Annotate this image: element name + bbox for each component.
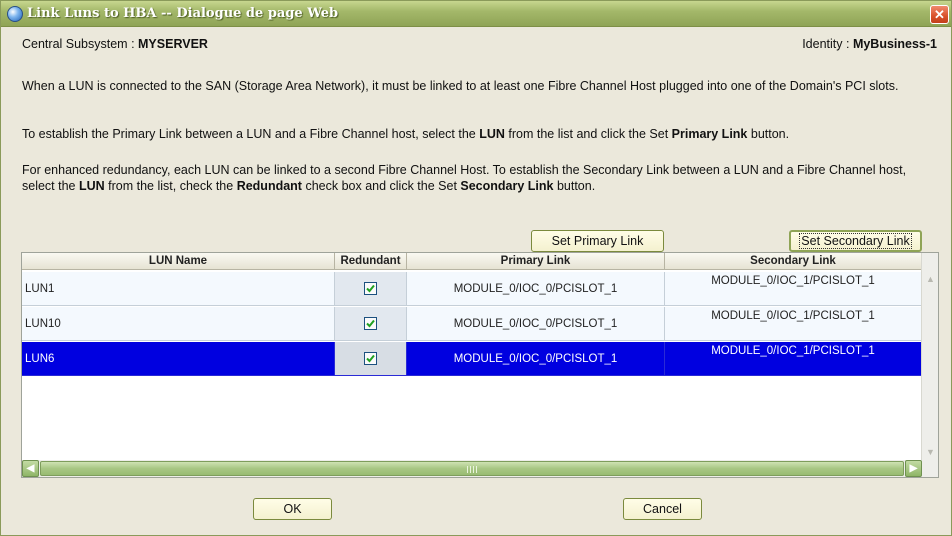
lun-name-cell[interactable]: LUN1 — [22, 272, 335, 306]
cancel-button[interactable]: Cancel — [623, 498, 702, 520]
p3-text: check box and click the Set — [301, 179, 461, 193]
subsystem-label: Central Subsystem : — [22, 37, 139, 51]
secondary-link-cell[interactable]: MODULE_0/IOC_1/PCISLOT_1 — [665, 307, 922, 341]
lun-table: LUN Name Redundant Primary Link Secondar… — [21, 252, 939, 478]
close-icon: ✕ — [934, 6, 945, 22]
secondary-link-cell[interactable]: MODULE_0/IOC_1/PCISLOT_1 — [665, 342, 922, 376]
redundant-cell — [335, 272, 407, 306]
secondary-link-cell[interactable]: MODULE_0/IOC_1/PCISLOT_1 — [665, 272, 922, 306]
dialog-window: Link Luns to HBA -- Dialogue de page Web… — [0, 0, 952, 536]
primary-link-cell[interactable]: MODULE_0/IOC_0/PCISLOT_1 — [407, 307, 665, 341]
window-title: Link Luns to HBA -- Dialogue de page Web — [27, 6, 339, 21]
identity-label: Identity : — [802, 37, 853, 51]
identity-value: MyBusiness-1 — [852, 37, 937, 51]
p2-bold-lun: LUN — [479, 127, 505, 141]
column-header-primary-link[interactable]: Primary Link — [407, 253, 665, 270]
arrow-right-icon[interactable]: ▶ — [905, 460, 922, 477]
subsystem-value: MYSERVER — [138, 37, 208, 51]
table-row[interactable]: LUN10 MODULE_0/IOC_0/PCISLOT_1 MODULE_0/… — [22, 307, 922, 341]
p3-text: from the list, check the — [104, 179, 237, 193]
check-icon — [366, 319, 375, 328]
p3-bold-secondary: Secondary Link — [460, 179, 554, 193]
subsystem-info: Central Subsystem : MYSERVER — [22, 37, 208, 51]
cancel-label: Cancel — [643, 502, 682, 516]
column-header-lun-name[interactable]: LUN Name — [22, 253, 335, 270]
set-primary-link-button[interactable]: Set Primary Link — [531, 230, 664, 252]
ok-button[interactable]: OK — [253, 498, 332, 520]
redundant-cell — [335, 342, 407, 376]
check-icon — [366, 354, 375, 363]
primary-link-cell[interactable]: MODULE_0/IOC_0/PCISLOT_1 — [407, 272, 665, 306]
close-button[interactable]: ✕ — [930, 5, 949, 24]
redundant-checkbox[interactable] — [364, 352, 377, 365]
p3-bold-lun: LUN — [78, 179, 105, 193]
p3-bold-redundant: Redundant — [236, 179, 302, 193]
instruction-paragraph-2: To establish the Primary Link between a … — [22, 126, 927, 142]
check-icon — [366, 284, 375, 293]
p3-text: button. — [553, 179, 596, 193]
lun-name-cell[interactable]: LUN6 — [22, 342, 335, 376]
arrow-left-icon[interactable]: ◀ — [22, 460, 39, 477]
column-header-secondary-link[interactable]: Secondary Link — [665, 253, 922, 270]
redundant-cell — [335, 307, 407, 341]
identity-info: Identity : MyBusiness-1 — [802, 37, 937, 51]
scroll-thumb[interactable] — [40, 461, 904, 476]
column-header-redundant[interactable]: Redundant — [335, 253, 407, 270]
redundant-checkbox[interactable] — [364, 317, 377, 330]
table-row-selected[interactable]: LUN6 MODULE_0/IOC_0/PCISLOT_1 MODULE_0/I… — [22, 342, 922, 376]
table-header: LUN Name Redundant Primary Link Secondar… — [22, 253, 922, 270]
instruction-paragraph-3: For enhanced redundancy, each LUN can be… — [22, 162, 927, 194]
arrow-down-icon[interactable]: ▼ — [923, 443, 938, 460]
p2-text: To establish the Primary Link between a … — [22, 127, 480, 141]
p2-text: button. — [747, 127, 790, 141]
primary-link-cell[interactable]: MODULE_0/IOC_0/PCISLOT_1 — [407, 342, 665, 376]
set-secondary-link-button[interactable]: Set Secondary Link — [789, 230, 922, 252]
set-primary-link-label: Set Primary Link — [551, 234, 644, 248]
horizontal-scrollbar[interactable]: ◀ ▶ — [22, 460, 922, 477]
arrow-up-icon[interactable]: ▲ — [923, 270, 938, 287]
p2-bold-primary: Primary Link — [671, 127, 748, 141]
vertical-scrollbar[interactable]: ▲ ▼ — [921, 253, 938, 477]
set-secondary-link-label: Set Secondary Link — [799, 233, 912, 249]
table-row[interactable]: LUN1 MODULE_0/IOC_0/PCISLOT_1 MODULE_0/I… — [22, 272, 922, 306]
ok-label: OK — [283, 502, 302, 516]
p2-text: from the list and click the Set — [504, 127, 672, 141]
redundant-checkbox[interactable] — [364, 282, 377, 295]
title-bar[interactable]: Link Luns to HBA -- Dialogue de page Web… — [1, 1, 951, 27]
scroll-grip-icon — [467, 466, 477, 473]
lun-name-cell[interactable]: LUN10 — [22, 307, 335, 341]
instruction-paragraph-1: When a LUN is connected to the SAN (Stor… — [22, 79, 899, 93]
ie-globe-icon — [7, 6, 23, 22]
